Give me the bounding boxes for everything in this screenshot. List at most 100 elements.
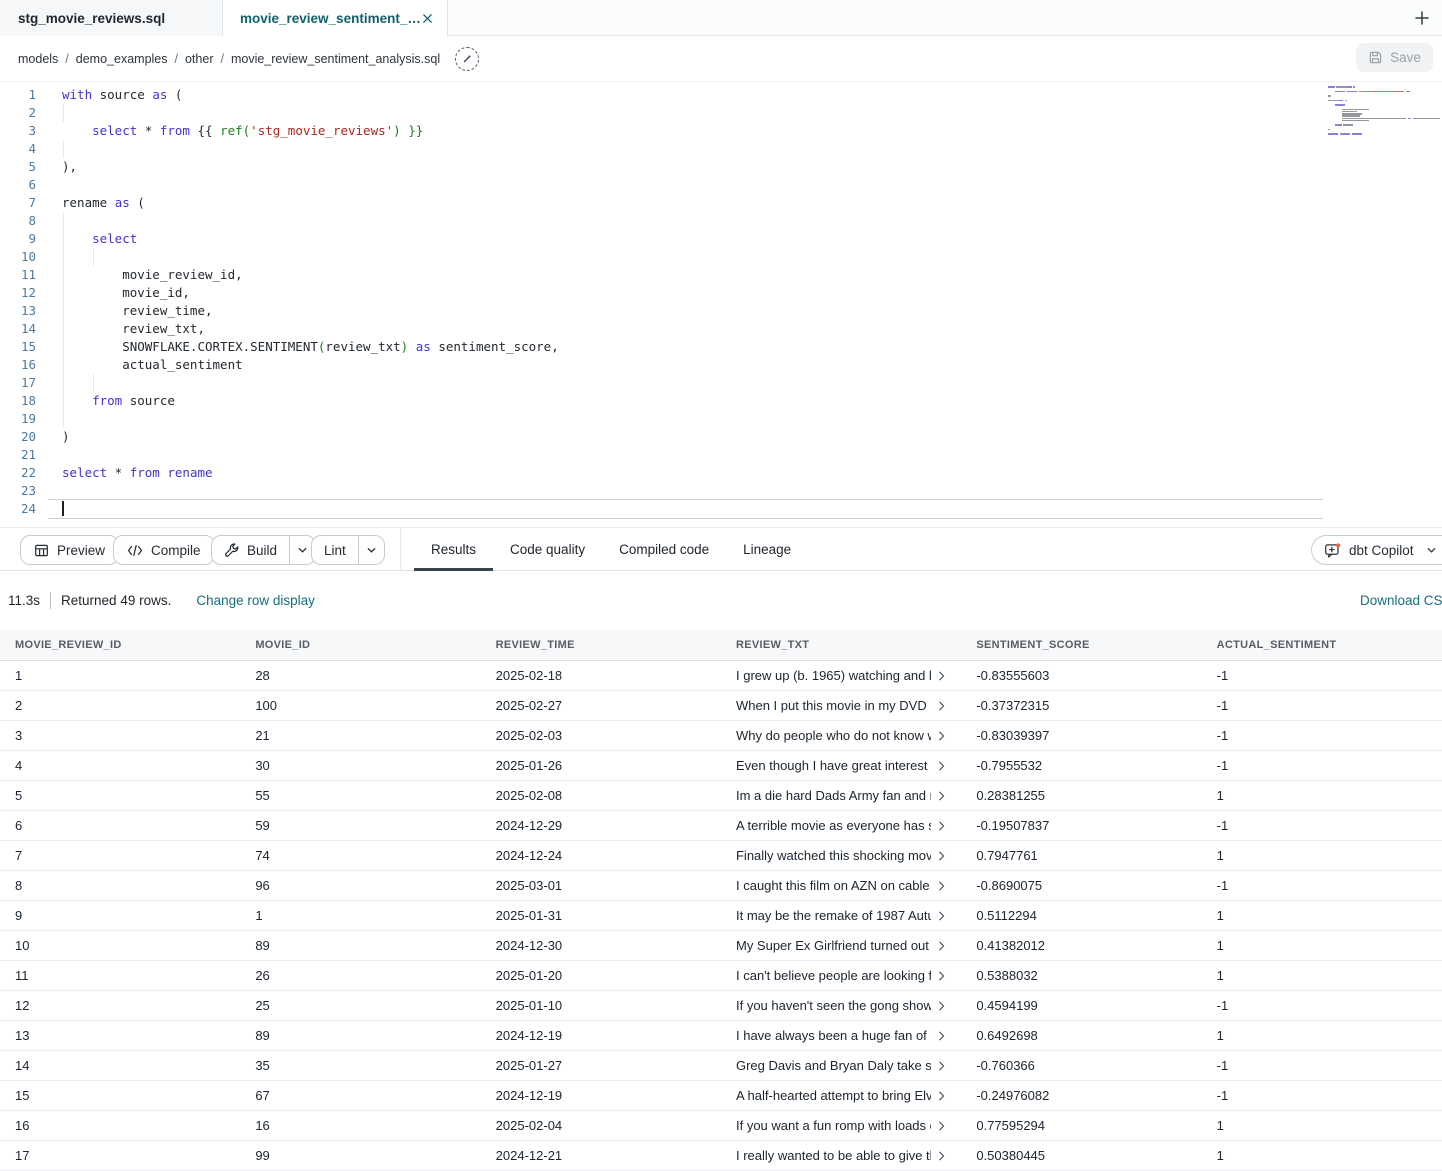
editor-minimap[interactable]: [1328, 86, 1436, 140]
cell-movie-id: 16: [240, 1118, 480, 1133]
chevron-down-icon: [1426, 545, 1437, 556]
results-panel-tab-code-quality[interactable]: Code quality: [493, 528, 602, 571]
cell-sentiment-score: 0.41382012: [961, 938, 1201, 953]
cell-sentiment-score: 0.6492698: [961, 1028, 1201, 1043]
cell-review-time: 2025-02-18: [481, 668, 721, 683]
cell-movie-id: 26: [240, 968, 480, 983]
cell-review-txt: Even though I have great interest in Bi…: [721, 758, 961, 773]
editor-line: 15 SNOWFLAKE.CORTEX.SENTIMENT(review_txt…: [0, 338, 1442, 356]
line-number: 23: [0, 482, 36, 500]
cell-sentiment-score: -0.83039397: [961, 728, 1201, 743]
cell-sentiment-score: 0.7947761: [961, 848, 1201, 863]
code-icon: [127, 544, 143, 557]
expand-review-icon[interactable]: [936, 970, 947, 981]
cell-movie-id: 21: [240, 728, 480, 743]
expand-review-icon[interactable]: [936, 730, 947, 741]
cell-review-txt: If you haven't seen the gong show TV s…: [721, 998, 961, 1013]
cell-review-txt: I really wanted to be able to give this …: [721, 1148, 961, 1163]
compile-button[interactable]: Compile: [113, 535, 215, 565]
expand-review-icon[interactable]: [936, 850, 947, 861]
breadcrumb-segment: movie_review_sentiment_analysis.sql: [231, 52, 440, 66]
cell-actual-sentiment: -1: [1202, 1088, 1442, 1103]
table-row: 21002025-02-27When I put this movie in m…: [0, 691, 1442, 721]
expand-review-icon[interactable]: [936, 940, 947, 951]
cell-movie-review-id: 15: [0, 1088, 240, 1103]
editor-line: 18 from source: [0, 392, 1442, 410]
line-number: 3: [0, 122, 36, 140]
expand-review-icon[interactable]: [936, 910, 947, 921]
cell-movie-review-id: 4: [0, 758, 240, 773]
cell-actual-sentiment: -1: [1202, 698, 1442, 713]
cell-sentiment-score: 0.5388032: [961, 968, 1201, 983]
expand-review-icon[interactable]: [936, 1120, 947, 1131]
cell-review-time: 2025-01-26: [481, 758, 721, 773]
table-row: 10892024-12-30My Super Ex Girlfriend tur…: [0, 931, 1442, 961]
cell-movie-review-id: 3: [0, 728, 240, 743]
cell-movie-id: 89: [240, 1028, 480, 1043]
row-count-summary: Returned 49 rows.: [61, 593, 171, 608]
expand-review-icon[interactable]: [936, 670, 947, 681]
code-editor[interactable]: 1with source as (23 select * from {{ ref…: [0, 82, 1442, 527]
lint-button[interactable]: Lint: [312, 536, 358, 564]
editor-line: 23: [0, 482, 1442, 500]
review-text: When I put this movie in my DVD playe…: [736, 698, 931, 713]
cell-sentiment-score: 0.50380445: [961, 1148, 1201, 1163]
preview-button[interactable]: Preview: [20, 535, 119, 565]
query-status-bar: 11.3s Returned 49 rows. Change row displ…: [0, 571, 1442, 630]
cell-actual-sentiment: 1: [1202, 938, 1442, 953]
breadcrumb-separator: /: [220, 52, 223, 66]
cell-review-txt: I have always been a huge fan of "Hom…: [721, 1028, 961, 1043]
copilot-dashed-circle-icon[interactable]: [455, 47, 479, 71]
tab-stg-movie-reviews[interactable]: stg_movie_reviews.sql: [0, 0, 223, 36]
tab-movie-review-sentiment-analysis[interactable]: movie_review_sentiment_…: [223, 0, 448, 37]
review-text: Im a die hard Dads Army fan and nothi…: [736, 788, 931, 803]
cell-review-time: 2024-12-19: [481, 1028, 721, 1043]
lint-options-chevron[interactable]: [358, 536, 384, 564]
editor-line: 24: [0, 500, 1442, 518]
cell-review-txt: My Super Ex Girlfriend turned out to b…: [721, 938, 961, 953]
cell-review-txt: It may be the remake of 1987 Autumn'…: [721, 908, 961, 923]
lint-split-button: Lint: [311, 535, 385, 565]
save-button[interactable]: Save: [1356, 43, 1433, 72]
cell-review-time: 2024-12-21: [481, 1148, 721, 1163]
download-csv-link[interactable]: Download CSV: [1360, 593, 1442, 608]
new-tab-icon[interactable]: [1410, 6, 1434, 30]
expand-review-icon[interactable]: [936, 700, 947, 711]
cell-sentiment-score: -0.37372315: [961, 698, 1201, 713]
expand-review-icon[interactable]: [936, 790, 947, 801]
line-number: 4: [0, 140, 36, 158]
editor-line: 3 select * from {{ ref('stg_movie_review…: [0, 122, 1442, 140]
toolbar-divider: [400, 528, 401, 571]
cell-sentiment-score: -0.19507837: [961, 818, 1201, 833]
results-panel-tab-lineage[interactable]: Lineage: [726, 528, 808, 571]
expand-review-icon[interactable]: [936, 1000, 947, 1011]
editor-line: 2: [0, 104, 1442, 122]
editor-line: 6: [0, 176, 1442, 194]
cell-review-time: 2025-02-08: [481, 788, 721, 803]
expand-review-icon[interactable]: [936, 1090, 947, 1101]
dbt-copilot-button[interactable]: dbt Copilot: [1311, 535, 1442, 565]
line-number: 19: [0, 410, 36, 428]
results-panel-tab-compiled-code[interactable]: Compiled code: [602, 528, 726, 571]
cell-movie-id: 30: [240, 758, 480, 773]
table-row: 14352025-01-27Greg Davis and Bryan Daly …: [0, 1051, 1442, 1081]
change-row-display-link[interactable]: Change row display: [196, 593, 315, 608]
expand-review-icon[interactable]: [936, 1030, 947, 1041]
review-text: A terrible movie as everyone has said. …: [736, 818, 931, 833]
cell-sentiment-score: 0.77595294: [961, 1118, 1201, 1133]
expand-review-icon[interactable]: [936, 760, 947, 771]
table-icon: [34, 543, 49, 558]
cell-movie-review-id: 7: [0, 848, 240, 863]
results-panel-tab-results[interactable]: Results: [414, 528, 493, 571]
table-row: 3212025-02-03Why do people who do not kn…: [0, 721, 1442, 751]
close-tab-icon[interactable]: [421, 10, 435, 28]
expand-review-icon[interactable]: [936, 820, 947, 831]
expand-review-icon[interactable]: [936, 880, 947, 891]
cell-actual-sentiment: -1: [1202, 818, 1442, 833]
build-button[interactable]: Build: [212, 536, 289, 564]
expand-review-icon[interactable]: [936, 1150, 947, 1161]
breadcrumb-separator: /: [65, 52, 68, 66]
breadcrumb-segment: other: [185, 52, 214, 66]
expand-review-icon[interactable]: [936, 1060, 947, 1071]
table-row: 5552025-02-08Im a die hard Dads Army fan…: [0, 781, 1442, 811]
